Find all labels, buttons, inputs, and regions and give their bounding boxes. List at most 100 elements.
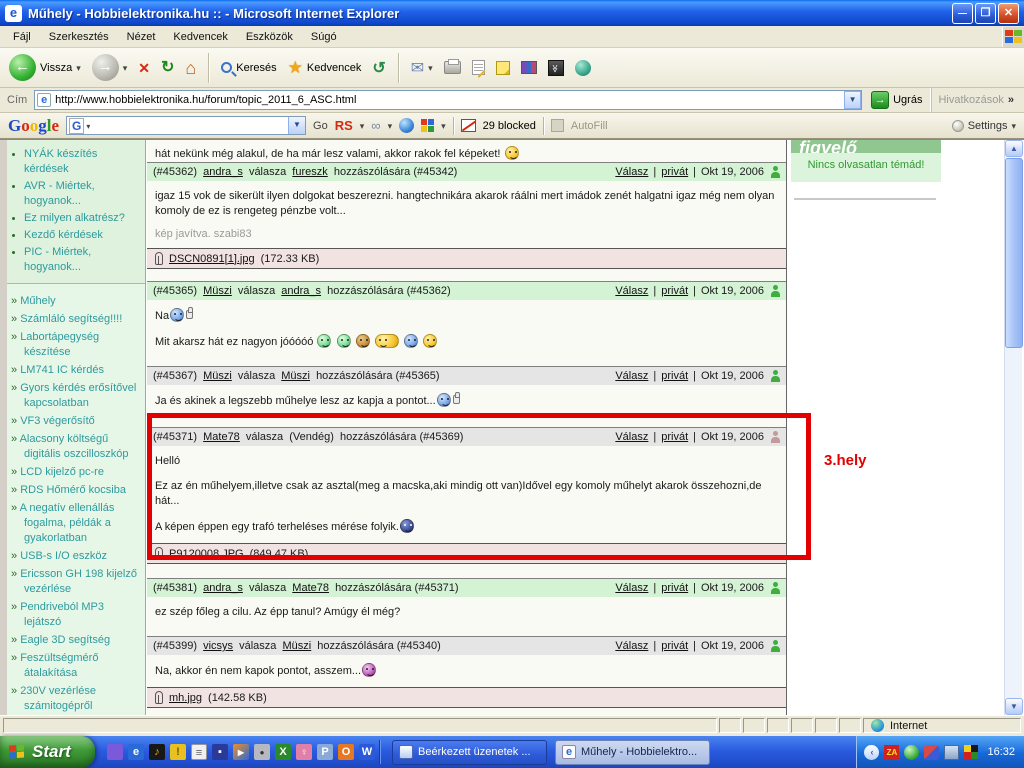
search-button[interactable]: Keresés — [218, 60, 279, 76]
private-message-link[interactable]: privát — [661, 431, 688, 443]
favorites-button[interactable]: Kedvencek — [285, 56, 365, 80]
address-input[interactable] — [51, 94, 845, 106]
sidebar-topic-item[interactable]: Feszültségmérő átalakítása — [11, 651, 143, 681]
quicklaunch-word-icon[interactable] — [359, 744, 375, 760]
close-button[interactable] — [998, 2, 1019, 24]
topic-link[interactable]: Pendriveból MP3 lejátszó — [20, 601, 104, 628]
topic-link[interactable]: RDS Hőmérő kocsiba — [20, 484, 126, 496]
menu-file[interactable]: Fájl — [4, 28, 40, 46]
sidebar-topic-item[interactable]: Kezdő kérdések — [24, 228, 143, 243]
reply-link[interactable]: Válasz — [615, 285, 648, 297]
download-manager-button[interactable] — [545, 58, 567, 78]
go-button[interactable]: Ugrás — [866, 91, 927, 109]
reply-link[interactable]: Válasz — [615, 640, 648, 652]
links-bar[interactable]: Hivatkozások » — [931, 88, 1020, 112]
topic-link[interactable]: Ericsson GH 198 kijelző vezérlése — [20, 568, 137, 595]
start-button[interactable]: Start — [0, 736, 95, 768]
post-author-link[interactable]: Müszi — [203, 370, 232, 382]
topic-link[interactable]: Feszültségmérő átalakítása — [20, 652, 98, 679]
back-button[interactable]: Vissza — [6, 52, 84, 83]
quicklaunch-ie-icon[interactable] — [128, 744, 144, 760]
forward-dropdown-icon[interactable] — [123, 62, 128, 74]
history-button[interactable] — [369, 56, 388, 80]
quicklaunch-winamp-icon[interactable] — [149, 744, 165, 760]
color-squares-tray-icon[interactable] — [964, 744, 979, 760]
topic-link[interactable]: Számláló segítség!!!! — [20, 313, 122, 325]
sidebar-topic-item[interactable]: LM741 IC kérdés — [11, 363, 143, 378]
google-settings-button[interactable]: Settings — [951, 119, 1016, 132]
quicklaunch-outlook-icon[interactable] — [338, 744, 354, 760]
private-message-link[interactable]: privát — [661, 370, 688, 382]
reply-link[interactable]: Válasz — [615, 582, 648, 594]
vertical-scrollbar[interactable] — [1004, 140, 1023, 715]
menu-favorites[interactable]: Kedvencek — [164, 28, 236, 46]
minimize-button[interactable] — [952, 2, 973, 24]
topic-link[interactable]: VF3 végerősítő — [20, 415, 95, 427]
popup-blocked-count[interactable]: 29 blocked — [483, 120, 536, 132]
post-author-link[interactable]: andra_s — [203, 582, 243, 594]
maximize-button[interactable] — [975, 2, 996, 24]
print-button[interactable] — [441, 59, 464, 76]
back-dropdown-icon[interactable] — [76, 62, 81, 74]
topic-link[interactable]: Labortápegység készítése — [20, 331, 99, 358]
sidebar-topic-item[interactable]: VF3 végerősítő — [11, 414, 143, 429]
menu-edit[interactable]: Szerkesztés — [40, 28, 118, 46]
google-search-input[interactable] — [90, 119, 289, 132]
google-go-button[interactable]: Go — [313, 120, 328, 132]
address-dropdown-icon[interactable] — [844, 91, 862, 109]
topic-link[interactable]: A negatív ellenállás fogalma, példák a g… — [20, 502, 115, 544]
quicklaunch-app-icon[interactable] — [317, 744, 333, 760]
popup-blocker-icon[interactable] — [460, 119, 476, 132]
quicklaunch-app-icon[interactable] — [296, 744, 312, 760]
torrent-tray-icon[interactable] — [904, 744, 920, 760]
links-chain-icon[interactable] — [371, 118, 380, 133]
rs-button[interactable]: RS — [335, 118, 353, 133]
topic-link[interactable]: Ez milyen alkatrész? — [24, 212, 125, 224]
post-target-link[interactable]: Müszi — [282, 640, 311, 652]
sidebar-topic-item[interactable]: Ericsson GH 198 kijelző vezérlése — [11, 567, 143, 597]
sidebar-topic-item[interactable]: PIC - Miértek, hogyanok... — [24, 245, 143, 275]
topic-link[interactable]: Eagle 3D segítség — [20, 634, 110, 646]
notes-button[interactable] — [493, 59, 513, 77]
taskbar-window-browser[interactable]: Műhely - Hobbielektro... — [555, 739, 710, 765]
stop-button[interactable] — [135, 58, 153, 78]
reply-link[interactable]: Válasz — [615, 166, 648, 178]
sidebar-topic-item[interactable]: LCD kijelző pc-re — [11, 465, 143, 480]
scroll-up-button[interactable] — [1005, 140, 1023, 157]
sidebar-topic-item[interactable]: Eagle 3D segítség — [11, 633, 143, 648]
google-search-dropdown-icon[interactable] — [288, 117, 306, 134]
post-author-link[interactable]: vicsys — [203, 640, 233, 652]
tray-chevron-icon[interactable] — [864, 744, 880, 760]
post-author-link[interactable]: andra_s — [203, 166, 243, 178]
rs-dropdown-icon[interactable] — [360, 120, 365, 132]
menu-view[interactable]: Nézet — [118, 28, 165, 46]
private-message-link[interactable]: privát — [661, 582, 688, 594]
private-message-link[interactable]: privát — [661, 166, 688, 178]
zonealarm-tray-icon[interactable] — [884, 744, 900, 760]
home-button[interactable] — [182, 58, 199, 78]
post-author-link[interactable]: Müszi — [203, 285, 232, 297]
mail-dropdown-icon[interactable] — [428, 62, 433, 74]
topic-link[interactable]: NYÁK készítés kérdések — [24, 148, 97, 175]
sidebar-topic-item[interactable]: NYÁK készítés kérdések — [24, 147, 143, 177]
topic-link[interactable]: PIC - Miértek, hogyanok... — [24, 246, 91, 273]
sidebar-topic-item[interactable]: RDS Hőmérő kocsiba — [11, 483, 143, 498]
sidebar-topic-item[interactable]: AVR - Miértek, hogyanok... — [24, 179, 143, 209]
quicklaunch-floppy-icon[interactable] — [212, 744, 228, 760]
google-apps-cube-icon[interactable] — [421, 119, 435, 132]
reply-link[interactable]: Válasz — [615, 431, 648, 443]
private-message-link[interactable]: privát — [661, 285, 688, 297]
sidebar-topic-item[interactable]: Gyors kérdés erősítővel kapcsolatban — [11, 381, 143, 411]
topic-link[interactable]: Kezdő kérdések — [24, 229, 103, 241]
menu-tools[interactable]: Eszközök — [237, 28, 302, 46]
sidebar-topic-item[interactable]: 230V vezérlése számitogépről — [11, 684, 143, 714]
quicklaunch-app-icon[interactable] — [254, 744, 270, 760]
attachment-link[interactable]: P9120008.JPG — [169, 548, 244, 560]
scrollbar-thumb[interactable] — [1005, 158, 1023, 348]
post-target-link[interactable]: andra_s — [281, 285, 321, 297]
attachment-link[interactable]: mh.jpg — [169, 692, 202, 704]
topic-link[interactable]: Gyors kérdés erősítővel kapcsolatban — [20, 382, 136, 409]
google-earth-icon[interactable] — [399, 118, 415, 133]
topic-link[interactable]: Alacsony költségű digitális oszcilloszkó… — [20, 433, 129, 460]
taskbar-window-inbox[interactable]: Beérkezett üzenetek ... — [392, 739, 547, 765]
